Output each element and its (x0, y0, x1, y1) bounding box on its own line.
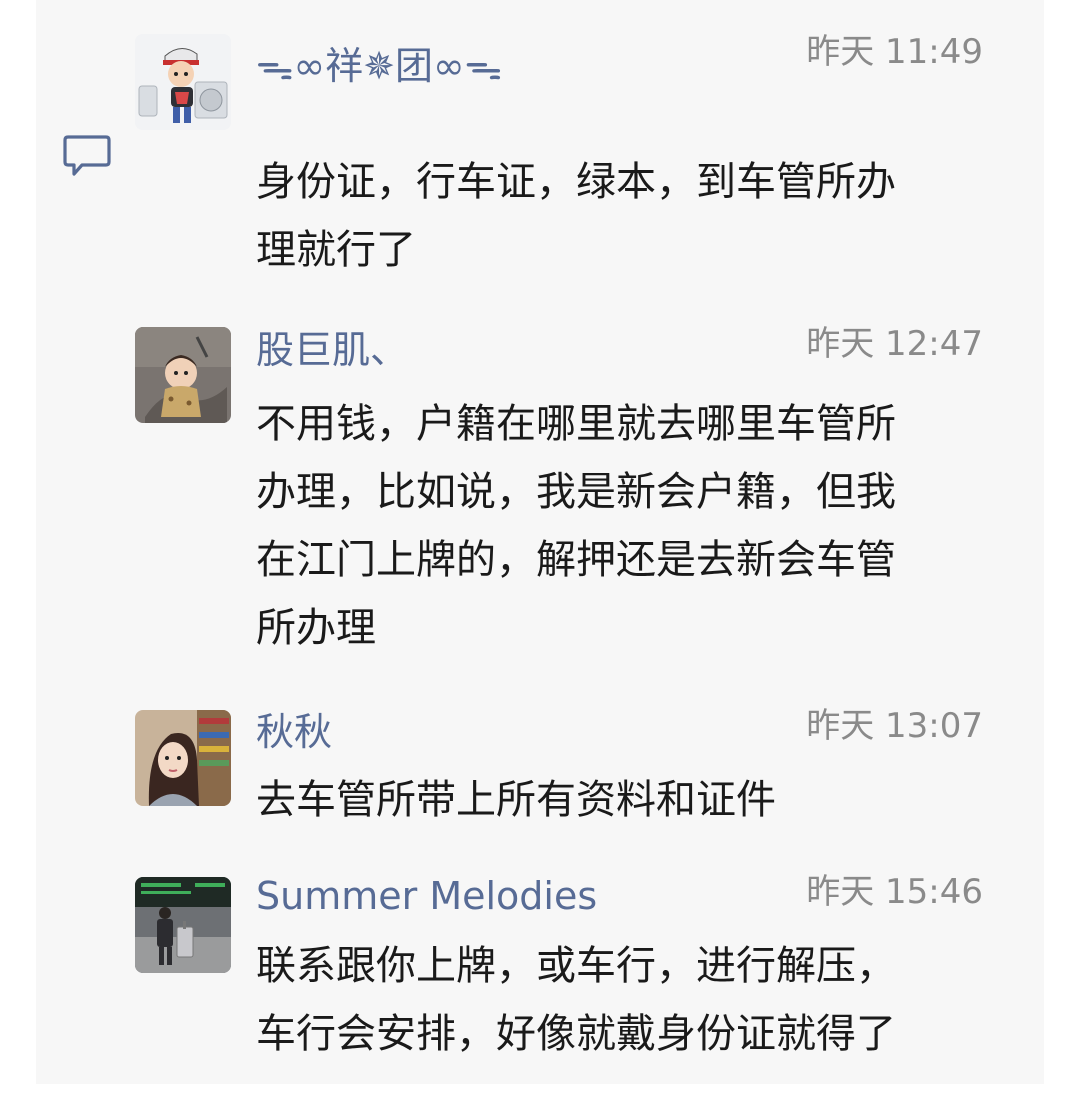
comment-line: 所办理 (256, 605, 376, 651)
comment-text: 去车管所带上所有资料和证件 (256, 766, 986, 834)
avatar[interactable] (135, 877, 231, 973)
commenter-name[interactable]: ᯓ∞祥✵团∞ᯓ (256, 42, 502, 90)
comment-time: 昨天 12:47 (806, 324, 983, 364)
comment-text: 不用钱，户籍在哪里就去哪里车管所 办理，比如说，我是新会户籍，但我 在江门上牌的… (256, 390, 986, 662)
comment-text: 身份证，行车证，绿本，到车管所办 理就行了 (256, 148, 986, 284)
comment-time: 昨天 15:46 (806, 872, 983, 912)
girl-portrait-avatar-icon (135, 710, 231, 806)
comment-line: 去车管所带上所有资料和证件 (256, 777, 776, 823)
comment-line: 车行会安排，好像就戴身份证就得了 (256, 1011, 896, 1057)
cartoon-boy-avatar-icon (135, 34, 231, 130)
comment-icon[interactable] (62, 134, 112, 178)
commenter-name[interactable]: 秋秋 (256, 708, 332, 756)
avatar[interactable] (135, 327, 231, 423)
airport-photo-avatar-icon (135, 877, 231, 973)
comment-line: 联系跟你上牌，或车行，进行解压， (256, 943, 896, 989)
avatar[interactable] (135, 34, 231, 130)
baby-photo-avatar-icon (135, 327, 231, 423)
comment-time: 昨天 11:49 (806, 32, 983, 72)
comment-text: 联系跟你上牌，或车行，进行解压， 车行会安排，好像就戴身份证就得了 (256, 932, 986, 1068)
comment-line: 在江门上牌的，解押还是去新会车管 (256, 537, 896, 583)
comment-line: 办理，比如说，我是新会户籍，但我 (256, 469, 896, 515)
comment-line: 理就行了 (256, 227, 416, 273)
commenter-name[interactable]: 股巨肌、 (256, 326, 408, 374)
comment-line: 不用钱，户籍在哪里就去哪里车管所 (256, 401, 896, 447)
comment-time: 昨天 13:07 (806, 706, 983, 746)
commenter-name[interactable]: Summer Melodies (256, 872, 597, 920)
avatar[interactable] (135, 710, 231, 806)
comment-line: 身份证，行车证，绿本，到车管所办 (256, 159, 896, 205)
